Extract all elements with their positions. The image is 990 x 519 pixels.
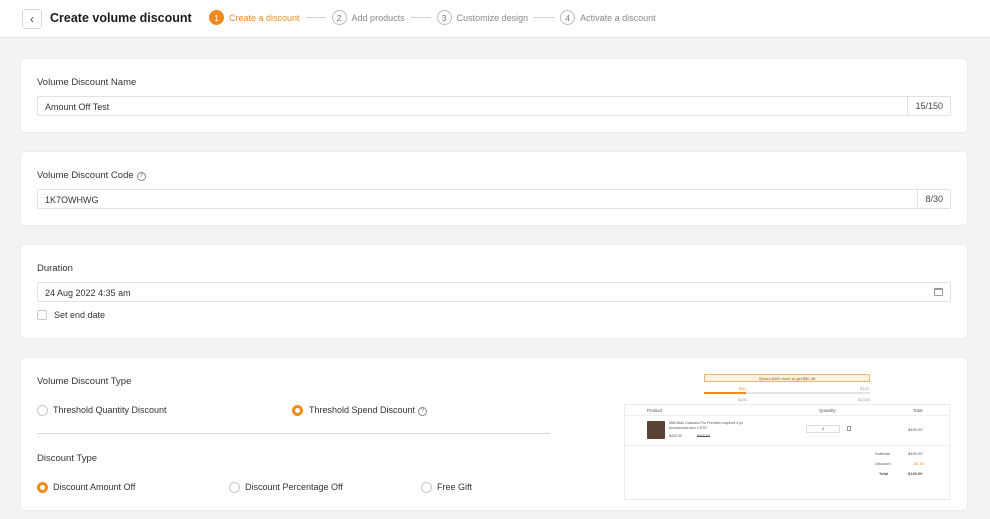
character-counter: 8/30 [917,190,950,208]
step-create-discount[interactable]: 1 Create a discount [209,10,300,25]
preview-item-total: $400.00 [908,427,923,432]
step-number: 1 [209,10,224,25]
step-label: Activate a discount [580,12,656,23]
step-label: Add products [351,12,405,23]
discount-code-label: Volume Discount Code [37,170,134,181]
preview-col-product: Product [647,408,663,413]
threshold-spend-radio[interactable] [292,405,303,416]
preview-item-price: $400.00 [669,434,682,438]
help-icon[interactable]: ? [418,407,428,416]
preview-discount-label: Discount [875,461,891,466]
step-activate-discount[interactable]: 4 Activate a discount [560,10,656,25]
step-number: 3 [436,10,452,25]
volume-discount-type-label: Volume Discount Type [37,376,132,387]
duration-label: Duration [37,263,73,274]
preview-item-compare-price: $400.00 [697,434,710,438]
set-end-date-label: Set end date [54,310,106,320]
threshold-quantity-radio[interactable] [37,405,48,416]
step-label: Customize design [456,12,529,23]
threshold-spend-option: Threshold Spend Discount? [309,405,428,416]
threshold-quantity-label: Threshold Quantity Discount [53,405,167,415]
preview-col-quantity: Quantity [819,408,836,413]
preview-subtotal-value: $400.00 [908,451,923,456]
preview-col-total: Total [913,408,923,413]
discount-code-label-row: Volume Discount Code? [37,170,146,181]
chevron-left-icon: ‹ [30,12,34,26]
amount-off-radio[interactable] [37,482,48,493]
step-add-products[interactable]: 2 Add products [331,10,405,25]
stepper: 1 Create a discount 2 Add products 3 Cus… [209,10,656,25]
discount-code-input[interactable]: 1K7OWHWG 8/30 [37,189,951,209]
start-date-value: 24 Aug 2022 4:35 am [45,288,131,298]
discount-name-value: Amount Off Test [45,102,110,112]
preview-item-title: Milk Multi Colorado Pro Premium Inspired… [669,421,744,425]
divider [625,445,949,446]
preview-total-label: Total [879,471,889,476]
discount-name-label: Volume Discount Name [37,77,137,88]
step-label: Create a discount [229,12,300,23]
back-button[interactable]: ‹ [22,9,42,29]
divider [625,415,949,416]
step-number: 2 [331,10,347,25]
preview-item-subtitle: Accessories skin 4 KTK [669,426,707,430]
discount-code-value: 1K7OWHWG [45,195,99,205]
character-counter: 15/150 [907,97,950,115]
preview-progress-fill [704,392,746,394]
preview-subtotal-label: Subtotal [875,451,890,456]
discount-type-label: Discount Type [37,453,98,464]
set-end-date-checkbox[interactable] [37,310,47,320]
step-connector [305,17,326,18]
free-gift-label: Free Gift [437,482,473,492]
preview-tick: $100 [860,386,869,391]
amount-off-label: Discount Amount Off [53,482,136,492]
step-number: 4 [560,10,576,25]
start-date-input[interactable]: 24 Aug 2022 4:35 am [37,282,951,302]
preview-qty-value: 4 [821,426,825,431]
step-connector [410,17,431,18]
preview-tick: $200 [738,397,747,402]
discount-preview: Spend $400 more to get $50 off $50 $100 … [624,374,954,504]
preview-total-value: $100.00 [908,471,923,476]
duration-card: Duration 24 Aug 2022 4:35 am Set end dat… [21,245,967,338]
step-connector [534,17,555,18]
preview-tick: $50 [739,386,746,391]
discount-name-card: Volume Discount Name Amount Off Test 15/… [21,59,967,132]
percentage-off-label: Discount Percentage Off [245,482,343,492]
percentage-off-radio[interactable] [229,482,240,493]
discount-code-card: Volume Discount Code? 1K7OWHWG 8/30 [21,152,967,225]
threshold-spend-label: Threshold Spend Discount [309,405,416,415]
help-icon[interactable]: ? [136,172,146,181]
discount-name-input[interactable]: Amount Off Test 15/150 [37,96,951,116]
preview-product-image [647,421,665,439]
preview-progress-track [704,392,870,394]
free-gift-radio[interactable] [421,482,432,493]
top-bar: ‹ Create volume discount 1 Create a disc… [0,0,990,38]
discount-type-card: Volume Discount Type Threshold Quantity … [21,358,967,510]
trash-icon [847,426,851,431]
divider [37,433,550,434]
preview-tick: $1,000 [858,397,871,402]
preview-qty-stepper: 4 [806,425,840,433]
step-customize-design[interactable]: 3 Customize design [436,10,529,25]
calendar-icon[interactable] [934,288,943,296]
preview-discount-value: -$0.00 [913,461,925,466]
preview-cart-table: Product Quantity Total Milk Multi Colora… [624,404,950,500]
page-title: Create volume discount [50,11,192,25]
preview-banner: Spend $400 more to get $50 off [704,374,870,382]
